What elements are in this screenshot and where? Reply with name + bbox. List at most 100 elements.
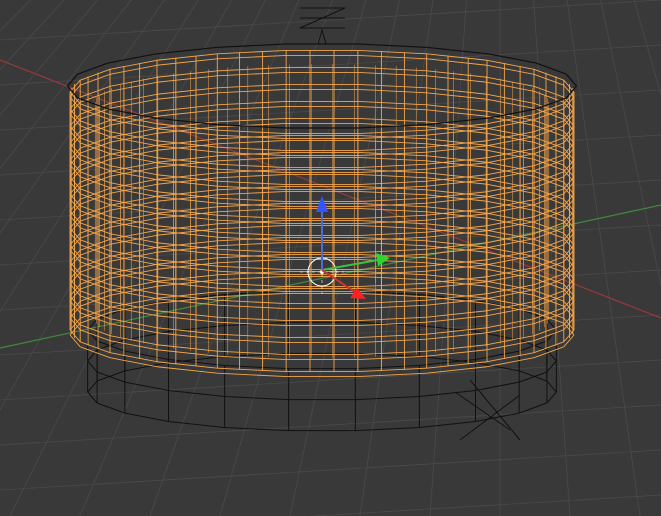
base-wire-ring [87,380,98,393]
base-wire-ring [475,350,520,361]
wire-ring [109,357,158,368]
wire-ring [426,53,488,61]
wire-ring [156,327,218,335]
wire-ring [217,372,287,378]
base-wire-ring [124,381,169,392]
base-wire-ring [168,390,225,398]
base-wire-ring [168,359,225,367]
base-wire-ring [518,339,548,351]
wire-ring [533,324,564,337]
base-wire-ring [87,391,98,404]
base-wire-ring [546,380,557,393]
base-wire-ring [355,427,420,432]
wire-ring [563,334,575,348]
wire-ring [357,54,427,60]
wire-ring [217,355,287,361]
wire-ring [486,98,535,109]
wire-ring [156,361,218,369]
wire-ring [486,93,535,104]
wire-ring [156,104,218,112]
grid-line [0,0,32,32]
grid-line [0,404,661,446]
base-wire-ring [124,361,169,372]
base-wire-ring [124,412,169,423]
wire-ring [426,109,488,117]
base-wire-ring [419,359,476,367]
top-rim [358,43,428,49]
wire-ring [357,49,427,55]
wire-ring [426,87,488,95]
wire-ring [426,70,488,78]
top-rim [427,46,489,55]
wire-ring [156,315,218,323]
wire-ring [109,76,158,87]
wire-ring [426,310,488,318]
wire-ring [109,352,158,363]
wire-ring [486,335,535,346]
wire-ring [426,344,488,352]
base-wire-ring [96,402,126,414]
base-wire-ring [419,355,476,363]
base-wire-ring [96,370,126,382]
top-rim [488,108,537,119]
wire-ring [426,92,488,100]
scene-canvas[interactable] [0,0,661,516]
wire-ring [533,346,564,359]
wire-ring [156,58,218,66]
base-wire-ring [475,412,520,423]
wire-ring [426,58,488,66]
wire-ring [156,332,218,340]
wire-ring [426,104,488,112]
wire-ring [156,53,218,61]
wire-ring [486,81,535,92]
wire-ring [156,92,218,100]
wire-ring [357,355,427,361]
top-rim [216,43,286,49]
wire-ring [156,366,218,374]
base-wire-ring [546,391,557,404]
base-wire-ring [168,421,225,429]
wire-ring [533,73,564,86]
wire-ring [533,85,564,98]
base-wire-ring [419,421,476,429]
top-rim [155,46,217,55]
base-wire-ring [87,360,98,373]
grid-line [566,0,641,516]
wire-ring [109,98,158,109]
wire-ring [156,75,218,83]
grid-line [0,0,132,170]
top-rim [77,97,109,110]
wire-ring [357,367,427,373]
wire-ring [486,64,535,75]
wire-ring [486,352,535,363]
wire-ring [156,344,218,352]
base-wire-ring [224,396,289,401]
grid-line [307,494,661,516]
base-wire-ring [168,293,225,301]
wire-ring [426,315,488,323]
top-rim [535,62,567,75]
base-wire-ring [419,390,476,398]
wire-ring [426,361,488,369]
wire-ring [109,81,158,92]
base-wire-ring [475,381,520,392]
grid-line [0,0,65,71]
base-wire-ring [355,365,420,370]
wire-ring [80,85,111,98]
wire-ring [426,349,488,357]
base-wire-ring [518,402,548,414]
top-rim [107,108,156,119]
base-wire-ring [419,293,476,301]
top-rim [77,62,109,75]
base-wire-ring [96,371,126,383]
wire-ring [486,76,535,87]
wire-ring [109,64,158,75]
wire-ring [109,323,158,334]
base-wire-ring [168,355,225,363]
wire-ring [426,332,488,340]
grid-line [600,0,661,287]
manipulator-z-arrow[interactable] [316,196,328,212]
3d-viewport[interactable] [0,0,661,516]
wire-ring [109,335,158,346]
transform-manipulator-icon[interactable] [316,196,390,299]
